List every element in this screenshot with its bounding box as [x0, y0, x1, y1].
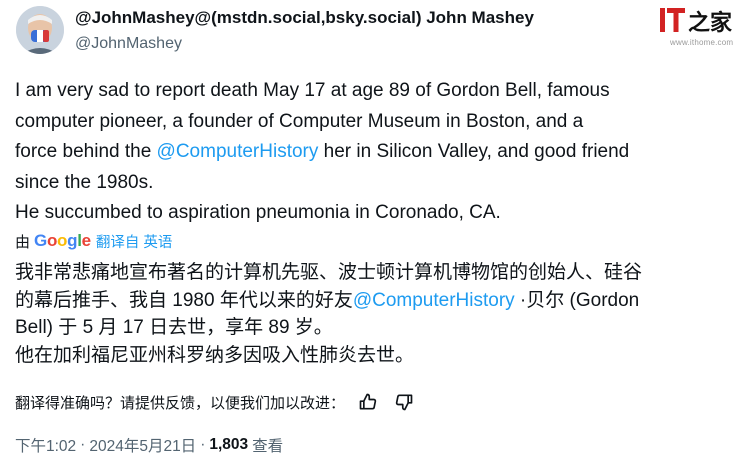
ithome-url: www.ithome.com [670, 38, 734, 47]
thumbs-down-icon [395, 394, 413, 411]
meta-separator: · [200, 436, 206, 453]
tweet-text-fragment: force behind the [15, 141, 157, 162]
ithome-watermark: 之家 www.ithome.com [658, 4, 738, 50]
ithome-logo: 之家 [660, 8, 733, 36]
thumbs-up-button[interactable] [355, 389, 381, 415]
translated-from-link[interactable]: 翻译自 英语 [96, 231, 173, 252]
views-count[interactable]: 1,803 [209, 436, 248, 454]
views-label: 查看 [252, 438, 284, 455]
thumbs-down-button[interactable] [391, 389, 417, 415]
avatar[interactable] [16, 6, 64, 54]
tweet-text: I am very sad to report death May 17 at … [15, 76, 727, 229]
mention-link-computerhistory-translated[interactable]: @ComputerHistory [353, 290, 515, 311]
translated-line: Bell) 于 5 月 17 日去世，享年 89 岁。 [15, 317, 333, 338]
translated-text-fragment: 的幕后推手、我自 1980 年代以来的好友 [15, 289, 353, 311]
tweet-line: force behind the @ComputerHistory her in… [15, 137, 727, 168]
author-handle[interactable]: @JohnMashey [75, 33, 534, 55]
tweet-line: since the 1980s. [15, 171, 154, 193]
tweet-line: computer pioneer, a founder of Computer … [15, 110, 584, 132]
author-names: @JohnMashey@(mstdn.social,bsky.social) J… [75, 7, 534, 55]
translated-by-label: 由 [15, 233, 31, 251]
avatar-photo [16, 6, 64, 54]
meta-separator: · [80, 436, 86, 453]
translated-text: 我非常悲痛地宣布著名的计算机先驱、波士顿计算机博物馆的创始人、硅谷 的幕后推手、… [15, 259, 727, 369]
tweet-date[interactable]: 2024年5月21日 [89, 434, 196, 456]
feedback-question: 翻译得准确吗？请提供反馈，以便我们加以改进： [15, 394, 346, 412]
mention-link-computerhistory[interactable]: @ComputerHistory [157, 141, 319, 162]
tweet-line: He succumbed to aspiration pneumonia in … [15, 202, 501, 223]
translated-line: 我非常悲痛地宣布著名的计算机先驱、波士顿计算机博物馆的创始人、硅谷 [15, 262, 643, 283]
author-display-name[interactable]: @JohnMashey@(mstdn.social,bsky.social) J… [75, 7, 534, 29]
translated-line: 他在加利福尼亚州科罗纳多因吸入性肺炎去世。 [15, 344, 415, 366]
ithome-logo-text: 之家 [688, 10, 733, 36]
google-logo: Google [34, 231, 91, 250]
tweet-time[interactable]: 下午1:02 [15, 434, 76, 456]
translated-line: 的幕后推手、我自 1980 年代以来的好友@ComputerHistory ·贝… [15, 287, 727, 315]
translation-feedback: 翻译得准确吗？请提供反馈，以便我们加以改进： [15, 389, 417, 415]
tweet-line: I am very sad to report death May 17 at … [15, 80, 610, 101]
translation-attribution: 由 Google 翻译自 英语 [15, 229, 172, 253]
tweet-meta: 下午1:02 · 2024年5月21日 · 1,803 查看 [15, 433, 283, 457]
thumbs-up-icon [359, 393, 377, 410]
tweet-header: @JohnMashey@(mstdn.social,bsky.social) J… [10, 3, 730, 59]
translated-text-fragment: ·贝尔 (Gordon [514, 289, 640, 311]
tweet-text-fragment: her in Silicon Valley, and good friend [318, 141, 630, 162]
